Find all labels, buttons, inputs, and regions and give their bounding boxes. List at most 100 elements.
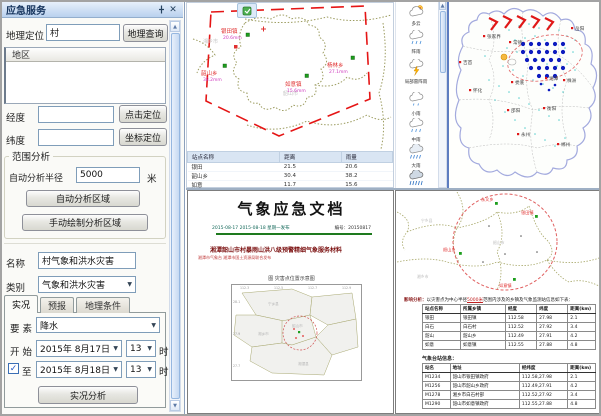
close-icon[interactable]: ✕ xyxy=(167,4,179,16)
alert-icon xyxy=(234,45,238,49)
station-label: 如意镇 xyxy=(499,282,512,289)
start-date-picker[interactable]: 2015年 8月17日 ▼ xyxy=(36,340,122,357)
table-row: M1256韶山市韶山乡政府112.49,27.914.2 xyxy=(423,382,596,391)
layers-icon xyxy=(242,6,252,16)
table-cell: M1234 xyxy=(423,373,451,382)
table-cell: 4.2 xyxy=(568,382,596,391)
table-cell: M1290 xyxy=(423,400,451,409)
table-cell: 112.55,27.88 xyxy=(519,400,567,409)
panel-titlebar[interactable]: 应急服务 ✕ xyxy=(2,2,183,18)
legend-label: 阵雨 xyxy=(396,49,436,55)
legend-scrollbar[interactable]: ▲ xyxy=(438,0,447,188)
svg-text:韶山市: 韶山市 xyxy=(292,323,303,328)
divider xyxy=(4,243,166,244)
end-hour-suffix: 时 xyxy=(159,364,169,378)
pin-icon[interactable] xyxy=(155,4,167,16)
province-map-panel[interactable]: 张家界 岳阳 常德 吉首 怀化 娄底 湘潭 株洲 邵阳 衡阳 永州 郴州 xyxy=(447,0,601,188)
province-map[interactable]: 张家界 岳阳 常德 吉首 怀化 娄底 湘潭 株洲 邵阳 衡阳 永州 郴州 xyxy=(449,0,601,188)
tab-live[interactable]: 实况 xyxy=(4,295,38,313)
station-value: 15.6mm xyxy=(287,88,306,94)
geo-query-button[interactable]: 地理查询 xyxy=(123,24,168,42)
run-live-analysis-button[interactable]: 实况分析 xyxy=(38,386,138,404)
table-cell: 38.2 xyxy=(341,172,392,181)
station-markers: 银田镇 20.6mm 韶山乡 38.2mm 如意镇 15.6mm 杨林乡 27.… xyxy=(201,27,355,95)
element-select[interactable]: 降水 ▼ xyxy=(36,317,160,333)
click-locate-button[interactable]: 点击定位 xyxy=(119,105,167,123)
scroll-down-icon[interactable]: ▼ xyxy=(170,400,180,411)
table-cell: M1256 xyxy=(423,382,451,391)
manual-draw-area-button[interactable]: 手动绘制分析区域 xyxy=(22,214,148,231)
station-icon xyxy=(246,33,250,37)
table-cell: 27.91 xyxy=(537,332,568,341)
station-info-table: 站名地址经纬度距离(km) M1234韶山市银田镇政府112.58,27.982… xyxy=(422,363,596,409)
tab-forecast[interactable]: 预报 xyxy=(40,297,74,313)
analysis-map-panel[interactable]: 湘乡市 韶山市 银田镇 20.6mm 韶山乡 38.2mm 如意镇 15.6mm… xyxy=(186,2,394,188)
table-cell: 银田镇 xyxy=(461,314,506,323)
rainstorm-icon xyxy=(408,170,425,186)
table-cell: 2.1 xyxy=(568,373,596,382)
latitude-input[interactable] xyxy=(38,129,114,146)
scrollbar-thumb[interactable] xyxy=(440,11,446,73)
geo-input[interactable] xyxy=(46,24,120,41)
left-panel-scrollbar[interactable]: ▲ ▼ xyxy=(169,20,181,412)
legend-label: 多云 xyxy=(396,21,436,27)
end-date-picker[interactable]: 2015年 8月18日 ▼ xyxy=(36,361,122,378)
station-label: 如意镇 xyxy=(285,80,302,88)
station-markers: 永义乡 银田镇 韶山乡 如意镇 xyxy=(443,196,538,289)
table-cell: 4.8 xyxy=(568,341,596,350)
scrollbar-thumb[interactable] xyxy=(171,33,180,399)
legend-item: 中雨 xyxy=(396,118,436,143)
table-cell: 雨量 xyxy=(341,152,392,163)
city-label: 吉首 xyxy=(463,59,473,66)
end-enabled-checkbox[interactable]: ✓ xyxy=(8,363,19,374)
map-tool-button[interactable] xyxy=(237,3,257,18)
impact-text: 以灾害点为中心半径 xyxy=(427,298,468,303)
analysis-circle xyxy=(453,194,557,290)
legend-item: 多云 xyxy=(396,3,436,27)
partly-cloudy-icon xyxy=(408,4,425,18)
station-info-section-label: 气象台站信息： xyxy=(422,355,457,362)
radius-input[interactable] xyxy=(76,167,140,183)
impact-analysis-line: 影响分析：以灾害点为中心半径5000米范围内涉及的乡镇及气象监测站信息如下表： xyxy=(404,297,596,303)
scroll-up-icon[interactable]: ▲ xyxy=(439,1,446,10)
table-row: 白石白石村112.5227.923.4 xyxy=(423,323,596,332)
city-label: 郴州 xyxy=(561,141,571,148)
table-cell: 112.58 xyxy=(506,314,537,323)
document-page-2[interactable]: 永义乡 银田镇 韶山乡 如意镇 宁乡县 湘乡市 韶山市 影响分析：以灾害点为中心… xyxy=(395,190,601,414)
city-label: 怀化 xyxy=(473,87,483,94)
table-row: 韶山乡30.438.2 xyxy=(188,172,393,181)
name-input[interactable] xyxy=(38,252,136,269)
legend-item: 局部雷阵雨 xyxy=(396,59,436,85)
station-label: 银田镇 xyxy=(521,209,534,216)
auto-analyze-area-button[interactable]: 自动分析区域 xyxy=(26,190,140,207)
start-hour-select[interactable]: 13 ▼ xyxy=(126,340,156,357)
heavy-rain-icon xyxy=(408,144,425,160)
county-polygons xyxy=(234,289,358,375)
table-cell: 所属乡镇 xyxy=(461,305,506,314)
table-row: 站名地址经纬度距离(km) xyxy=(423,364,596,373)
table-cell: 白石村 xyxy=(461,323,506,332)
svg-text:112.5: 112.5 xyxy=(274,286,283,290)
svg-text:宁乡县: 宁乡县 xyxy=(421,218,433,223)
svg-text:湘潭县: 湘潭县 xyxy=(298,361,309,366)
table-cell: 距离 xyxy=(280,152,342,163)
end-hour-select[interactable]: 13 ▼ xyxy=(126,361,156,378)
document-date: 2015-08-17 2015-08-18 星期一发布 xyxy=(212,225,290,231)
scroll-up-icon[interactable]: ▲ xyxy=(170,21,180,32)
city-label: 常德 xyxy=(513,39,523,46)
category-select[interactable]: 气象和洪水灾害 ▼ xyxy=(38,276,136,293)
document-title: 气象应急文档 xyxy=(188,198,394,219)
start-date-value: 2015年 8月17日 xyxy=(40,342,111,355)
light-rain-icon xyxy=(408,92,425,108)
tab-geo-condition[interactable]: 地理条件 xyxy=(76,297,130,313)
longitude-input[interactable] xyxy=(38,106,114,123)
panel-title: 应急服务 xyxy=(6,2,155,17)
analysis-map[interactable]: 湘乡市 韶山市 银田镇 20.6mm 韶山乡 38.2mm 如意镇 15.6mm… xyxy=(187,3,393,150)
coord-locate-button[interactable]: 坐标定位 xyxy=(119,128,167,146)
region-listbox[interactable]: 地区 xyxy=(4,47,166,104)
document-number: 编号：20150817 xyxy=(335,225,371,231)
table-cell: 距离(km) xyxy=(568,305,596,314)
document-page-1[interactable]: 气象应急文档 2015-08-17 2015-08-18 星期一发布 编号：20… xyxy=(187,190,394,414)
station-icon xyxy=(298,331,300,333)
cross-marker-icon xyxy=(261,27,266,32)
